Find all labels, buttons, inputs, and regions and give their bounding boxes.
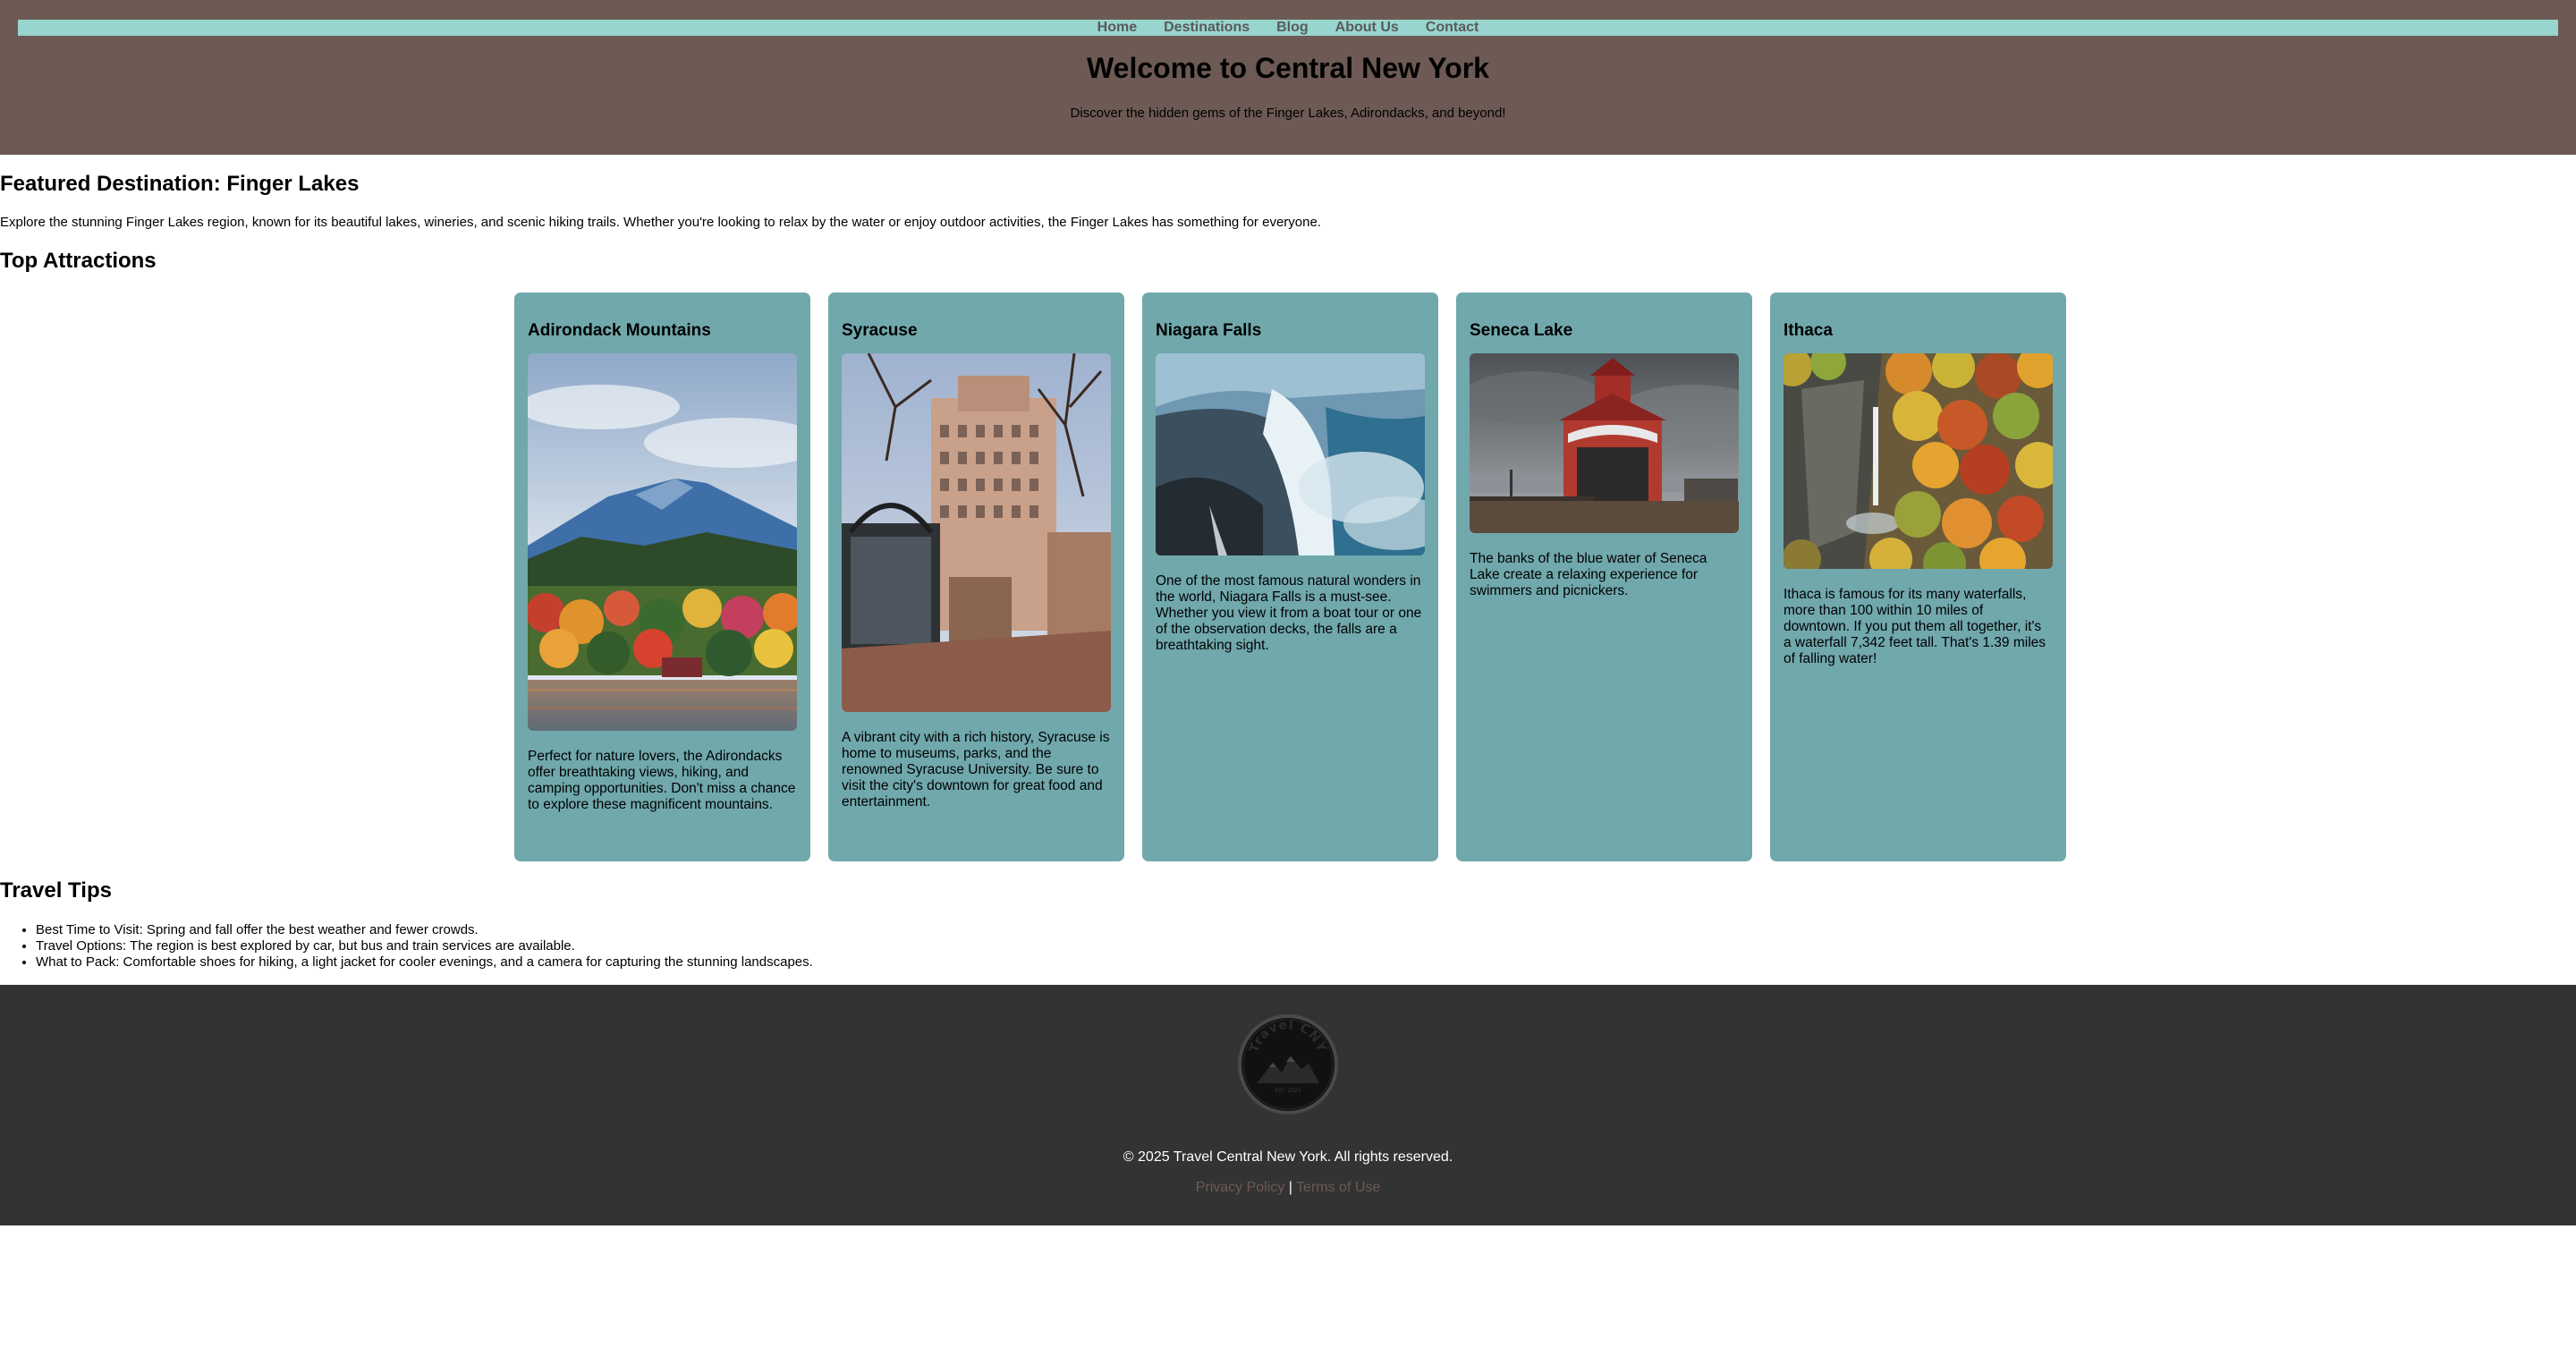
card-title: Adirondack Mountains [528, 321, 711, 340]
card-description: Perfect for nature lovers, the Adirondac… [528, 749, 796, 812]
nav-link-about-us[interactable]: About Us [1322, 20, 1412, 36]
footer-copyright: © 2025 Travel Central New York. All righ… [1123, 1149, 1453, 1165]
attraction-card-seneca: Seneca Lake The banks of the blue water … [1456, 292, 1752, 861]
featured-text: Explore the stunning Finger Lakes region… [0, 215, 1321, 230]
footer-separator: | [1288, 1180, 1292, 1195]
featured-heading: Featured Destination: Finger Lakes [0, 172, 360, 196]
footer-links: Privacy Policy | Terms of Use [0, 1180, 2576, 1196]
niagara-image [1156, 353, 1425, 555]
nav-link-blog[interactable]: Blog [1263, 20, 1322, 36]
attractions-heading: Top Attractions [0, 249, 157, 273]
card-title: Seneca Lake [1470, 321, 1573, 340]
card-description: One of the most famous natural wonders i… [1156, 573, 1422, 653]
privacy-policy-link[interactable]: Privacy Policy [1196, 1180, 1285, 1195]
site-header: Home Destinations Blog About Us Contact … [0, 0, 2576, 155]
card-title: Niagara Falls [1156, 321, 1262, 340]
attraction-card-niagara: Niagara Falls One of the most famous nat… [1142, 292, 1438, 861]
nav-link-contact[interactable]: Contact [1412, 20, 1493, 36]
tip-item: What to Pack: Comfortable shoes for hiki… [36, 954, 813, 971]
nav-link-home[interactable]: Home [1084, 20, 1150, 36]
nav-link-destinations[interactable]: Destinations [1150, 20, 1263, 36]
card-description: A vibrant city with a rich history, Syra… [842, 730, 1110, 810]
adirondacks-image [528, 353, 797, 731]
lake-pavilion-photo [1470, 353, 1739, 533]
card-description: Ithaca is famous for its many waterfalls… [1784, 587, 2046, 666]
gorge-waterfall-photo [1784, 353, 2053, 569]
tip-item: Travel Options: The region is best explo… [36, 938, 813, 954]
attraction-card-ithaca: Ithaca Ithaca is famous for its many wat… [1770, 292, 2066, 861]
tip-item: Best Time to Visit: Spring and fall offe… [36, 922, 813, 938]
city-building-photo [842, 353, 1111, 712]
tips-heading: Travel Tips [0, 878, 112, 903]
terms-of-use-link[interactable]: Terms of Use [1296, 1180, 1380, 1195]
page-title: Welcome to Central New York [1087, 52, 1489, 84]
card-description: The banks of the blue water of Seneca La… [1470, 551, 1707, 598]
card-title: Syracuse [842, 321, 918, 340]
waterfall-photo [1156, 353, 1425, 555]
attractions-cards: Adirondack Mountains Perfect for nature … [514, 292, 2066, 861]
attraction-card-adirondacks: Adirondack Mountains Perfect for nature … [514, 292, 810, 861]
logo-badge-icon: Travel CNY EST. 2025 [1238, 1014, 1338, 1115]
syracuse-image [842, 353, 1111, 712]
mountain-lake-photo [528, 353, 797, 731]
top-nav: Home Destinations Blog About Us Contact [18, 20, 2558, 36]
site-footer: Travel CNY EST. 2025 © 2025 Travel Centr… [0, 985, 2576, 1225]
travel-cny-logo: Travel CNY EST. 2025 [1237, 1013, 1339, 1115]
tips-list: Best Time to Visit: Spring and fall offe… [0, 922, 813, 971]
page-subtitle: Discover the hidden gems of the Finger L… [1070, 106, 1506, 121]
ithaca-image [1784, 353, 2053, 569]
attraction-card-syracuse: Syracuse A vibrant city with a rich hist… [828, 292, 1124, 861]
logo-small-text: EST. 2025 [1275, 1088, 1301, 1094]
seneca-lake-image [1470, 353, 1739, 533]
card-title: Ithaca [1784, 321, 1833, 340]
